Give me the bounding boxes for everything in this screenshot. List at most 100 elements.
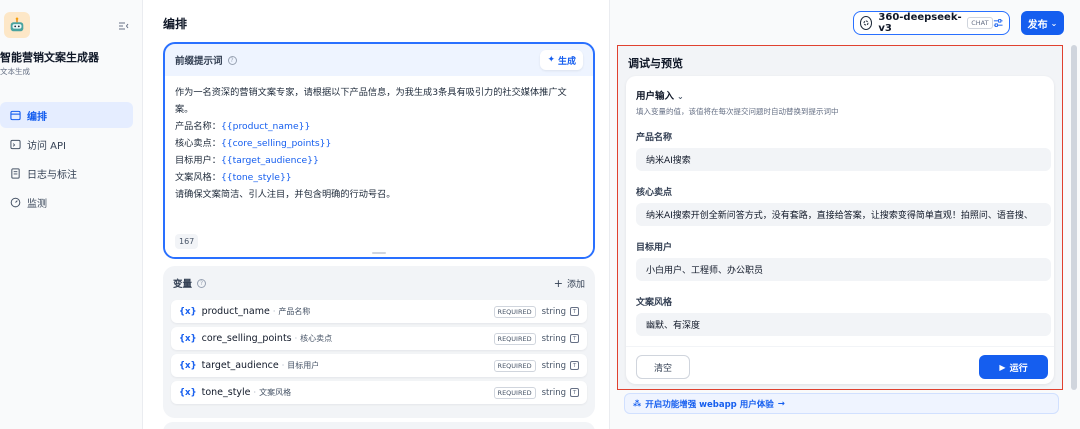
play-icon: ▶: [999, 362, 1006, 372]
sidebar-nav: 编排 访问 API 日志与标注 监测: [0, 102, 133, 218]
variable-key: target_audience: [201, 360, 279, 371]
prompt-textarea[interactable]: 作为一名资深的营销文案专家，请根据以下产品信息，为我生成3条具有吸引力的社交媒体…: [165, 76, 593, 257]
variable-type: string: [541, 333, 566, 344]
variables-header: 变量 ? + 添加: [163, 266, 595, 300]
variable-icon: {x}: [179, 360, 197, 371]
text-type-icon: T: [570, 388, 579, 397]
variable-type: string: [541, 360, 566, 371]
scrollbar[interactable]: [1071, 45, 1077, 390]
generate-prompt-button[interactable]: ✦ 生成: [540, 50, 583, 70]
tone-style-input[interactable]: 幽默、有深度: [636, 313, 1051, 336]
help-icon[interactable]: ?: [227, 55, 237, 65]
prompt-title: 前缀提示词: [175, 56, 223, 67]
plus-icon: +: [553, 276, 563, 290]
product-name-input[interactable]: 纳米AI搜索: [636, 148, 1051, 171]
separator: ·: [253, 388, 257, 397]
required-badge: REQUIRED: [493, 305, 536, 318]
sidebar-item-label: 日志与标注: [27, 169, 77, 181]
layout-icon: [10, 110, 21, 120]
user-input-footer: 清空 ▶ 运行: [626, 346, 1054, 384]
separator: ·: [272, 307, 276, 316]
prompt-line-label: 文案风格：: [175, 172, 221, 183]
variable-key: core_selling_points: [201, 333, 292, 344]
enhance-label: 开启功能增强 webapp 用户体验: [645, 399, 774, 410]
text-type-icon: T: [570, 334, 579, 343]
variable-key: tone_style: [201, 387, 251, 398]
prompt-line: 核心卖点：{{core_selling_points}}: [175, 135, 583, 152]
debug-preview-panel: 调试与预览 用户输入 ⌄ 填入变量的值，该值将在每次提交问题时自动替换到提示词中 …: [617, 45, 1063, 390]
field-label: 目标用户: [636, 243, 673, 253]
resize-handle[interactable]: [372, 252, 386, 254]
features-icon: ⁂: [633, 399, 642, 408]
sidebar-item-logs[interactable]: 日志与标注: [0, 160, 133, 186]
text-type-icon: T: [570, 307, 579, 316]
sidebar-item-label: 访问 API: [27, 140, 66, 152]
prompt-editor-card: 前缀提示词 ? ✦ 生成 作为一名资深的营销文案专家，请根据以下产品信息，为我生…: [163, 42, 595, 259]
required-badge: REQUIRED: [493, 359, 536, 372]
next-section-card: [163, 422, 595, 429]
variable-label: 产品名称: [278, 307, 311, 316]
user-input-card: 用户输入 ⌄ 填入变量的值，该值将在每次提交问题时自动替换到提示词中 产品名称 纳…: [626, 76, 1054, 384]
variable-label: 文案风格: [259, 388, 292, 397]
variable-icon: {x}: [179, 387, 197, 398]
prompt-line: 目标用户：{{target_audience}}: [175, 152, 583, 169]
sidebar-item-monitor[interactable]: 监测: [0, 189, 133, 215]
collapse-sidebar-icon[interactable]: [118, 20, 130, 32]
prompt-line-label: 目标用户：: [175, 155, 221, 166]
variable-row[interactable]: {x} product_name · 产品名称 REQUIRED string …: [171, 300, 587, 323]
model-selector[interactable]: 360-deepseek-v3 CHAT: [853, 11, 1010, 35]
variables-title: 变量: [173, 279, 193, 290]
terminal-icon: [10, 139, 21, 149]
field-label: 文案风格: [636, 298, 673, 308]
variable-icon: {x}: [179, 333, 197, 344]
clear-button[interactable]: 清空: [636, 355, 690, 379]
target-audience-input[interactable]: 小白用户、工程师、办公职员: [636, 258, 1051, 281]
char-count-badge: 167: [175, 234, 199, 249]
sidebar-item-label: 编排: [27, 111, 47, 123]
help-icon[interactable]: ?: [197, 278, 207, 288]
variable-label: 目标用户: [287, 361, 320, 370]
file-list-icon: [11, 167, 20, 179]
variable-row[interactable]: {x} core_selling_points · 核心卖点 REQUIRED …: [171, 327, 587, 350]
user-input-title: 用户输入: [636, 91, 675, 102]
prompt-line-label: 核心卖点：: [175, 138, 221, 149]
sidebar-item-label: 监测: [27, 198, 47, 210]
generate-label: 生成: [557, 56, 576, 67]
prompt-line: 产品名称：{{product_name}}: [175, 118, 583, 135]
publish-button[interactable]: 发布 ⌄: [1021, 11, 1064, 35]
prompt-outro: 请确保文案简洁、引人注目，并包含明确的行动号召。: [175, 189, 396, 200]
selling-points-input[interactable]: 纳米AI搜索开创全新问答方式，没有套路，直接给答案，让搜索变得简单直观！拍照问、…: [636, 203, 1051, 226]
chat-badge: CHAT: [967, 17, 993, 29]
sidebar-item-orchestrate[interactable]: 编排: [0, 102, 133, 128]
variable-row[interactable]: {x} target_audience · 目标用户 REQUIRED stri…: [171, 354, 587, 377]
text-type-icon: T: [570, 361, 579, 370]
model-name: 360-deepseek-v3: [878, 12, 962, 34]
prompt-variable: {{target_audience}}: [220, 155, 319, 166]
prompt-header: 前缀提示词 ? ✦ 生成: [165, 44, 593, 76]
run-button[interactable]: ▶ 运行: [979, 355, 1048, 379]
required-badge: REQUIRED: [493, 386, 536, 399]
add-label: 添加: [566, 279, 585, 290]
settings-sliders-icon[interactable]: [993, 17, 1003, 29]
required-badge: REQUIRED: [493, 332, 536, 345]
variables-card: 变量 ? + 添加 {x} product_name · 产品名称 REQUIRE…: [163, 266, 595, 418]
model-logo-icon: [860, 16, 873, 30]
robot-icon: [10, 17, 24, 32]
variable-key: product_name: [201, 306, 270, 317]
add-variable-button[interactable]: + 添加: [554, 277, 585, 290]
sidebar: 智能营销文案生成器 文本生成 编排 访问 API 日志与标注 监测: [0, 0, 143, 429]
prompt-intro-tail: 案。: [175, 104, 194, 115]
enhance-features-link[interactable]: ⁂ 开启功能增强 webapp 用户体验 →: [624, 393, 1059, 414]
variable-icon: {x}: [179, 306, 197, 317]
prompt-intro: 作为一名资深的营销文案专家，请根据以下产品信息，为我生成3条具有吸引力的社交媒体…: [175, 87, 567, 98]
user-input-toggle[interactable]: 用户输入 ⌄: [636, 88, 684, 102]
arrow-right-icon: →: [777, 398, 785, 409]
variable-row[interactable]: {x} tone_style · 文案风格 REQUIRED string T: [171, 381, 587, 404]
app-type: 文本生成: [0, 67, 30, 76]
field-label: 核心卖点: [636, 188, 673, 198]
publish-label: 发布: [1027, 19, 1048, 31]
sidebar-item-api[interactable]: 访问 API: [0, 131, 133, 157]
variable-label: 核心卖点: [300, 334, 333, 343]
prompt-line-label: 产品名称：: [175, 121, 221, 132]
main-panel: 编排 前缀提示词 ? ✦ 生成 作为一名资深的营销文案专家，请根据以下产品信息，…: [143, 0, 1080, 429]
